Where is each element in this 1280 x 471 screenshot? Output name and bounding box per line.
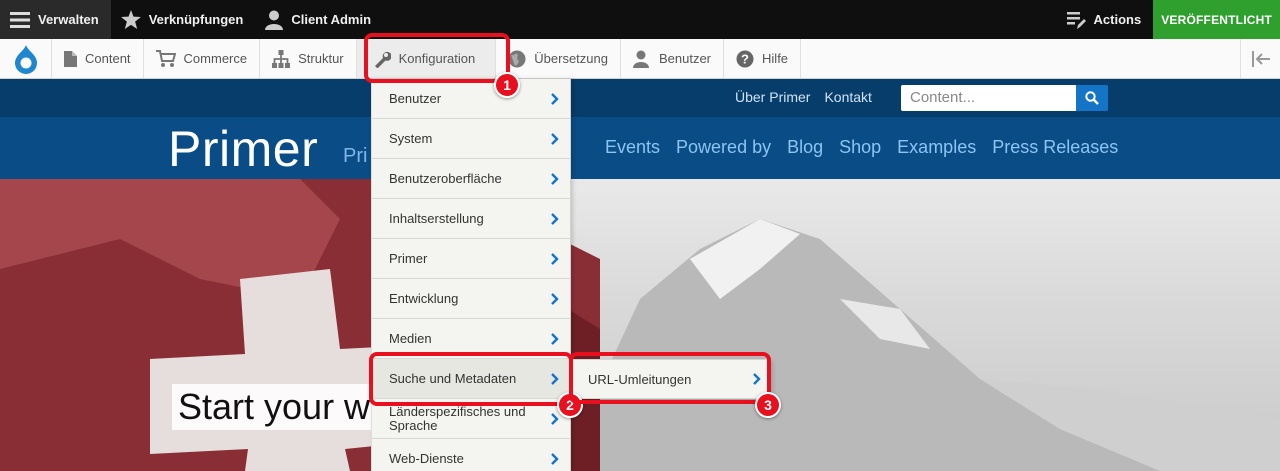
tray-item-configuration[interactable]: Konfiguration	[356, 39, 497, 78]
menu-item-label: Entwicklung	[389, 290, 459, 306]
edit-list-icon	[1066, 10, 1086, 30]
tray-item-commerce[interactable]: Commerce	[144, 39, 261, 78]
user-menu-button[interactable]: Client Admin	[255, 0, 383, 39]
nav-item-powered-by[interactable]: Powered by	[676, 137, 771, 158]
menu-item-label: Primer	[389, 250, 428, 266]
chevron-right-icon	[550, 292, 560, 306]
cart-icon	[155, 49, 176, 68]
user-label: Client Admin	[291, 12, 372, 27]
chevron-right-icon	[550, 252, 560, 266]
menu-item-label: Inhaltserstellung	[389, 210, 484, 226]
globe-icon	[508, 50, 526, 68]
menu-item-label: System	[389, 130, 433, 146]
person-icon	[265, 10, 284, 30]
site-title[interactable]: Primer	[168, 120, 318, 178]
document-icon	[64, 50, 77, 67]
manage-label: Verwalten	[38, 12, 99, 27]
collapse-arrow-icon	[1251, 50, 1270, 67]
chevron-right-icon	[550, 452, 560, 466]
admin-toolbar: Verwalten Verknüpfungen Client Admin Act…	[0, 0, 1280, 39]
shortcuts-button[interactable]: Verknüpfungen	[111, 0, 256, 39]
chevron-right-icon	[550, 412, 560, 426]
tray-item-label: Commerce	[183, 51, 248, 66]
menu-item-user-interface[interactable]: Benutzeroberfläche	[372, 159, 570, 199]
svg-text:?: ?	[741, 51, 749, 66]
tray-item-label: Struktur	[298, 51, 344, 66]
submenu-item-label: URL-Umleitungen	[588, 371, 692, 387]
chevron-right-icon	[550, 132, 560, 146]
hamburger-icon	[10, 11, 30, 29]
menu-item-users[interactable]: Benutzer	[372, 79, 570, 119]
chevron-right-icon	[550, 92, 560, 106]
menu-item-regional-language[interactable]: Länderspezifisches und Sprache	[372, 399, 570, 439]
person-icon	[632, 50, 651, 68]
top-links: Über Primer Kontakt	[735, 89, 872, 105]
menu-item-media[interactable]: Medien	[372, 319, 570, 359]
collapse-tray-button[interactable]	[1240, 39, 1280, 78]
link-contact[interactable]: Kontakt	[824, 89, 871, 105]
link-about[interactable]: Über Primer	[735, 89, 810, 105]
menu-item-label: Medien	[389, 330, 432, 346]
step-badge-2: 2	[557, 392, 583, 418]
tray-item-content[interactable]: Content	[52, 39, 144, 78]
tray-item-users[interactable]: Benutzer	[621, 39, 725, 78]
menu-item-content-authoring[interactable]: Inhaltserstellung	[372, 199, 570, 239]
manage-button[interactable]: Verwalten	[0, 0, 111, 39]
tray-item-structure[interactable]: Struktur	[260, 39, 357, 78]
tray-item-label: Konfiguration	[398, 51, 476, 66]
menu-item-development[interactable]: Entwicklung	[372, 279, 570, 319]
site-search-input[interactable]: Content...	[901, 85, 1076, 111]
menu-item-web-services[interactable]: Web-Dienste	[372, 439, 570, 471]
chevron-right-icon	[550, 172, 560, 186]
site-search-button[interactable]	[1076, 85, 1108, 111]
menu-item-primer[interactable]: Primer	[372, 239, 570, 279]
chevron-right-icon	[550, 332, 560, 346]
tray-item-label: Benutzer	[658, 51, 712, 66]
question-icon: ?	[736, 50, 754, 68]
site-slogan: Pri	[343, 145, 368, 167]
hero-headline: Start your w	[172, 384, 377, 430]
menu-item-label: Suche und Metadaten	[389, 370, 517, 386]
menu-item-label: Benutzeroberfläche	[389, 170, 502, 186]
actions-label: Actions	[1093, 12, 1142, 27]
menu-item-system[interactable]: System	[372, 119, 570, 159]
chevron-right-icon	[550, 372, 560, 386]
wrench-icon	[373, 50, 391, 68]
menu-item-label: Web-Dienste	[389, 450, 464, 466]
nav-item-examples[interactable]: Examples	[897, 137, 976, 158]
menu-item-search-metadata[interactable]: Suche und Metadaten	[372, 359, 570, 399]
configuration-dropdown: Benutzer System Benutzeroberfläche Inhal…	[371, 79, 571, 471]
publish-status-button[interactable]: VERÖFFENTLICHT	[1153, 0, 1280, 39]
step-badge-3: 3	[755, 392, 781, 418]
menu-item-label: Länderspezifisches und Sprache	[389, 403, 526, 433]
submenu-url-redirects[interactable]: URL-Umleitungen	[571, 359, 771, 399]
tray-item-help[interactable]: ? Hilfe	[724, 39, 802, 78]
actions-button[interactable]: Actions	[1056, 0, 1154, 39]
tray-item-label: Content	[85, 51, 131, 66]
chevron-right-icon	[752, 372, 762, 386]
admin-tray: Content Commerce Struktur Konfiguration …	[0, 39, 1280, 79]
nav-item-events[interactable]: Events	[605, 137, 660, 158]
drupal-logo[interactable]	[0, 39, 52, 78]
tray-item-translation[interactable]: Übersetzung	[496, 39, 621, 78]
chevron-right-icon	[550, 212, 560, 226]
star-icon	[120, 10, 141, 29]
nav-item-blog[interactable]: Blog	[787, 137, 823, 158]
tray-item-label: Hilfe	[762, 51, 789, 66]
main-navigation: Events Powered by Blog Shop Examples Pre…	[605, 137, 1118, 158]
nav-item-shop[interactable]: Shop	[839, 137, 881, 158]
sitemap-icon	[272, 49, 291, 68]
nav-item-press-releases[interactable]: Press Releases	[992, 137, 1118, 158]
shortcuts-label: Verknüpfungen	[148, 12, 244, 27]
step-badge-1: 1	[494, 72, 520, 98]
drupal-drop-icon	[14, 44, 37, 74]
menu-item-label: Benutzer	[389, 90, 442, 106]
search-icon	[1085, 91, 1099, 105]
tray-item-label: Übersetzung	[534, 51, 608, 66]
